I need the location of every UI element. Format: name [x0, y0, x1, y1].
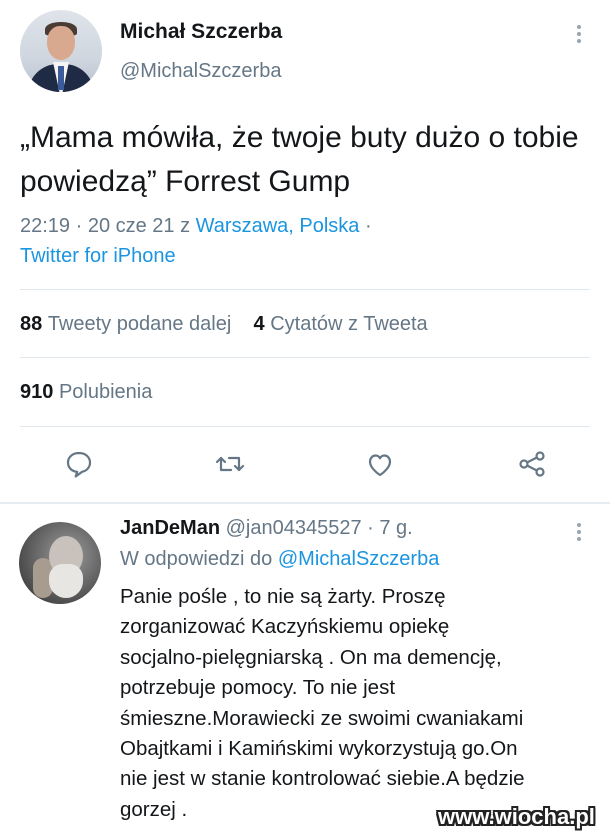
meta-separator: ·: [359, 215, 372, 237]
reply-line: potrzebuje pomocy. To nie jest: [120, 676, 396, 700]
tweet-source-link[interactable]: Twitter for iPhone: [20, 245, 176, 267]
reply-author-avatar[interactable]: [19, 522, 101, 604]
reply-line: Obajtkami i Kamińskimi wykorzystują go.O…: [120, 737, 518, 761]
divider: [20, 289, 590, 290]
reply-to-line: W odpowiedzi do @MichalSzczerba: [120, 548, 439, 571]
reply-to-prefix: W odpowiedzi do: [120, 548, 278, 570]
quotes-stat[interactable]: 4 Cytatów z Tweeta: [254, 313, 428, 335]
reply-age: · 7 g.: [367, 517, 413, 539]
reply-line: socjalno-pielęgniarską . On ma demencję,: [120, 645, 502, 669]
retweet-quote-stats: 88 Tweety podane dalej 4 Cytatów z Tweet…: [20, 313, 428, 336]
main-tweet: Michał Szczerba @MichalSzczerba „Mama mó…: [0, 0, 610, 500]
watermark: www.wiocha.pl: [438, 804, 595, 829]
reply-line: zorganizować Kaczyńskiemu opiekę: [120, 615, 450, 639]
reply-author-name[interactable]: JanDeMan: [120, 517, 220, 539]
author-handle[interactable]: @MichalSzczerba: [120, 60, 281, 83]
reply-more-options-icon[interactable]: [572, 520, 586, 546]
author-name[interactable]: Michał Szczerba: [120, 20, 282, 44]
reply-author-handle[interactable]: @jan04345527: [226, 517, 362, 539]
reply-header: JanDeMan @jan04345527 · 7 g.: [120, 517, 413, 540]
avatar-face: [47, 26, 75, 60]
divider: [20, 426, 590, 427]
reply-to-handle-link[interactable]: @MichalSzczerba: [278, 548, 439, 570]
reply-line: nie jest w stanie kontrolować siebie.A b…: [120, 767, 525, 791]
reply-line: śmieszne.Morawiecki ze swoimi cwaniakami: [120, 706, 524, 730]
tweet-time: 22:19 · 20 cze 21 z: [20, 215, 196, 237]
retweet-icon[interactable]: [212, 446, 248, 482]
likes-stat[interactable]: 910 Polubienia: [20, 381, 152, 404]
divider: [20, 357, 590, 358]
reply-tweet[interactable]: JanDeMan @jan04345527 · 7 g. W odpowiedz…: [0, 504, 610, 838]
avatar-beard: [49, 564, 83, 598]
tweet-meta: 22:19 · 20 cze 21 z Warszawa, Polska · T…: [20, 211, 580, 271]
reply-icon[interactable]: [61, 446, 97, 482]
author-avatar[interactable]: [20, 10, 102, 92]
more-options-icon[interactable]: [572, 22, 586, 48]
share-icon[interactable]: [514, 446, 550, 482]
tweet-location-link[interactable]: Warszawa, Polska: [196, 215, 360, 237]
retweets-stat[interactable]: 88 Tweety podane dalej: [20, 313, 231, 335]
avatar-tie: [58, 66, 64, 90]
tweet-text: „Mama mówiła, że twoje buty dużo o tobie…: [20, 121, 579, 198]
reply-text: Panie pośle , to nie są żarty. Proszę zo…: [120, 582, 600, 825]
reply-line: Panie pośle , to nie są żarty. Proszę: [120, 585, 446, 608]
like-icon[interactable]: [362, 446, 398, 482]
